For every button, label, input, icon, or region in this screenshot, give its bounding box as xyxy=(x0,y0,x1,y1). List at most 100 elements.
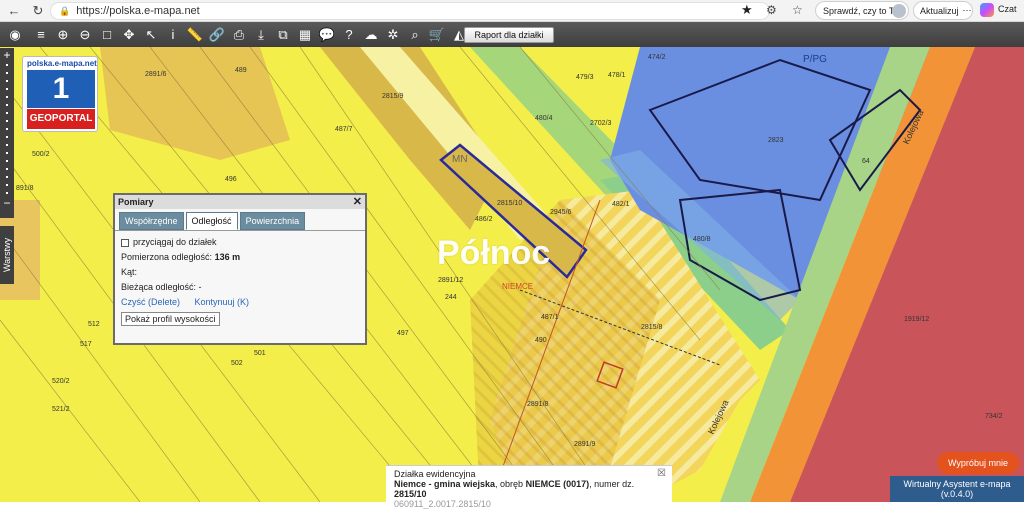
close-icon[interactable]: ☒ xyxy=(657,468,666,479)
panel-title: Pomiary xyxy=(118,197,154,207)
star-icon[interactable]: ★ xyxy=(741,2,753,18)
parcel-label: 480/8 xyxy=(693,236,711,243)
parcel-label: 1919/12 xyxy=(904,316,930,323)
layers-icon[interactable]: ≡ xyxy=(30,24,52,46)
download-icon[interactable]: ⤓ xyxy=(250,24,272,46)
logo-number: 1 xyxy=(27,70,95,108)
panel-tabs: Współrzędne Odległość Powierzchnia xyxy=(115,209,365,231)
close-icon[interactable]: ✕ xyxy=(353,195,362,209)
parcel-label: 501 xyxy=(254,350,266,357)
parcel-label: 489 xyxy=(235,67,247,74)
update-label: Aktualizuj xyxy=(920,5,959,16)
parcel-label: 521/2 xyxy=(52,406,70,413)
link-icon[interactable]: 🔗 xyxy=(206,24,228,46)
url-text: https://polska.e-mapa.net xyxy=(76,5,200,17)
print-icon[interactable]: ⎙ xyxy=(228,24,250,46)
infobox-obreb: NIEMCE (0017) xyxy=(525,479,590,489)
parcel-label: 2891/9 xyxy=(574,441,596,448)
extensions-icon[interactable]: ⚙ xyxy=(766,3,777,17)
parcel-label: 474/2 xyxy=(648,54,666,61)
measure-icon[interactable]: 📏 xyxy=(184,24,206,46)
address-bar[interactable]: 🔒 https://polska.e-mapa.net xyxy=(50,2,770,20)
update-button[interactable]: Aktualizuj ⋯ xyxy=(913,1,973,20)
parcel-label: 64 xyxy=(862,158,870,165)
select-icon[interactable]: ↖ xyxy=(140,24,162,46)
zoom-out-icon[interactable]: ⊖ xyxy=(74,24,96,46)
grid-icon[interactable]: ▦ xyxy=(294,24,316,46)
parcel-label: 734/2 xyxy=(985,413,1003,420)
parcel-label: 244 xyxy=(445,294,457,301)
cloud-upload-icon[interactable]: ☁ xyxy=(360,24,382,46)
parcel-label: 2891/6 xyxy=(145,71,167,78)
parcel-label: 479/3 xyxy=(576,74,594,81)
snap-row: przyciągaj do działek xyxy=(121,235,359,250)
zoom-bar[interactable]: + − xyxy=(0,48,14,218)
profile-button[interactable]: Sprawdź, czy to Ty xyxy=(815,1,909,20)
globe-icon[interactable]: ◉ xyxy=(0,24,30,46)
back-icon[interactable]: ← xyxy=(4,1,24,21)
angle-label: Kąt: xyxy=(121,267,138,277)
parcel-label: 2891/12 xyxy=(438,277,464,284)
cart-icon[interactable]: 🛒 xyxy=(426,24,448,46)
infobox-identifier: 060911_2.0017.2815/10 xyxy=(394,499,491,509)
zoom-slider[interactable] xyxy=(6,64,8,194)
refresh-icon[interactable]: ↻ xyxy=(28,1,48,21)
zoom-in-icon[interactable]: ⊕ xyxy=(52,24,74,46)
elevation-profile-button[interactable]: Pokaż profil wysokości xyxy=(121,312,220,326)
infobox-title: Działka ewidencyjna xyxy=(394,469,476,479)
infobox-parcel-number: 2815/10 xyxy=(394,489,427,499)
copilot-label: Czat xyxy=(998,4,1017,14)
parcel-label: 490 xyxy=(535,337,547,344)
continue-link[interactable]: Kontynuuj (K) xyxy=(195,297,250,307)
favorites-icon[interactable]: ☆ xyxy=(792,3,803,17)
more-icon: ⋯ xyxy=(962,5,972,15)
tab-area[interactable]: Powierzchnia xyxy=(239,212,306,230)
place-label: NIEMCE xyxy=(502,282,534,291)
measured-value: 136 m xyxy=(214,252,241,262)
parcel-label: 2702/3 xyxy=(590,120,612,127)
assistant-version: (v.0.4.0) xyxy=(940,489,974,499)
help-icon[interactable]: ? xyxy=(338,24,360,46)
measured-label: Pomierzona odległość: xyxy=(121,252,213,262)
snap-label: przyciągaj do działek xyxy=(133,237,217,247)
snap-checkbox[interactable] xyxy=(121,238,129,247)
parcel-label: 480/4 xyxy=(535,115,553,122)
parcel-label: 2891/8 xyxy=(527,401,549,408)
parcel-label: 512 xyxy=(88,321,100,328)
zoom-in-button[interactable]: + xyxy=(0,48,14,62)
virtual-assistant-button[interactable]: Wirtualny Asystent e-mapa (v.0.4.0) xyxy=(890,476,1024,502)
info-icon[interactable]: i xyxy=(162,24,184,46)
pan-icon[interactable]: ✥ xyxy=(118,24,140,46)
raport-button[interactable]: Raport dla działki xyxy=(464,27,554,43)
full-extent-icon[interactable]: □ xyxy=(96,24,118,46)
infobox-text: , numer dz. xyxy=(589,479,635,489)
settings-icon[interactable]: ✲ xyxy=(382,24,404,46)
parcel-label: 2815/8 xyxy=(641,324,663,331)
zoom-out-button[interactable]: − xyxy=(0,196,14,210)
parcel-label: 2945/6 xyxy=(550,209,572,216)
search-icon[interactable]: ⌕ xyxy=(404,24,426,46)
export-icon[interactable]: ⧉ xyxy=(272,24,294,46)
tab-distance[interactable]: Odległość xyxy=(185,212,238,230)
parcel-info-box: ☒ Działka ewidencyjna Niemce - gmina wie… xyxy=(386,465,672,509)
parcel-label: 482/1 xyxy=(612,201,630,208)
profile-label: Sprawdź, czy to Ty xyxy=(823,5,899,16)
infobox-text: , obręb xyxy=(495,479,526,489)
layers-tab[interactable]: Warstwy xyxy=(0,226,14,284)
parcel-label: 500/2 xyxy=(32,151,50,158)
comment-icon[interactable]: 💬 xyxy=(316,24,338,46)
parcel-label: 496 xyxy=(225,176,237,183)
tab-coordinates[interactable]: Współrzędne xyxy=(119,212,184,230)
watermark-logo: Północ xyxy=(437,234,551,272)
geoportal-logo[interactable]: polska.e-mapa.net 1 GEOPORTAL xyxy=(22,56,98,132)
clear-link[interactable]: Czyść (Delete) xyxy=(121,297,180,307)
try-me-button[interactable]: Wypróbuj mnie xyxy=(937,452,1019,474)
infobox-description: Niemce - gmina wiejska, obręb NIEMCE (00… xyxy=(394,479,664,499)
assistant-label: Wirtualny Asystent e-mapa xyxy=(903,479,1011,489)
parcel-label: 487/1 xyxy=(541,314,559,321)
copilot-icon[interactable] xyxy=(980,3,994,17)
parcel-label: 2823 xyxy=(768,137,784,144)
logo-name: GEOPORTAL xyxy=(27,109,95,129)
panel-body: przyciągaj do działek Pomierzona odległo… xyxy=(115,231,365,330)
actions-row: Czyść (Delete) Kontynuuj (K) xyxy=(121,295,359,310)
